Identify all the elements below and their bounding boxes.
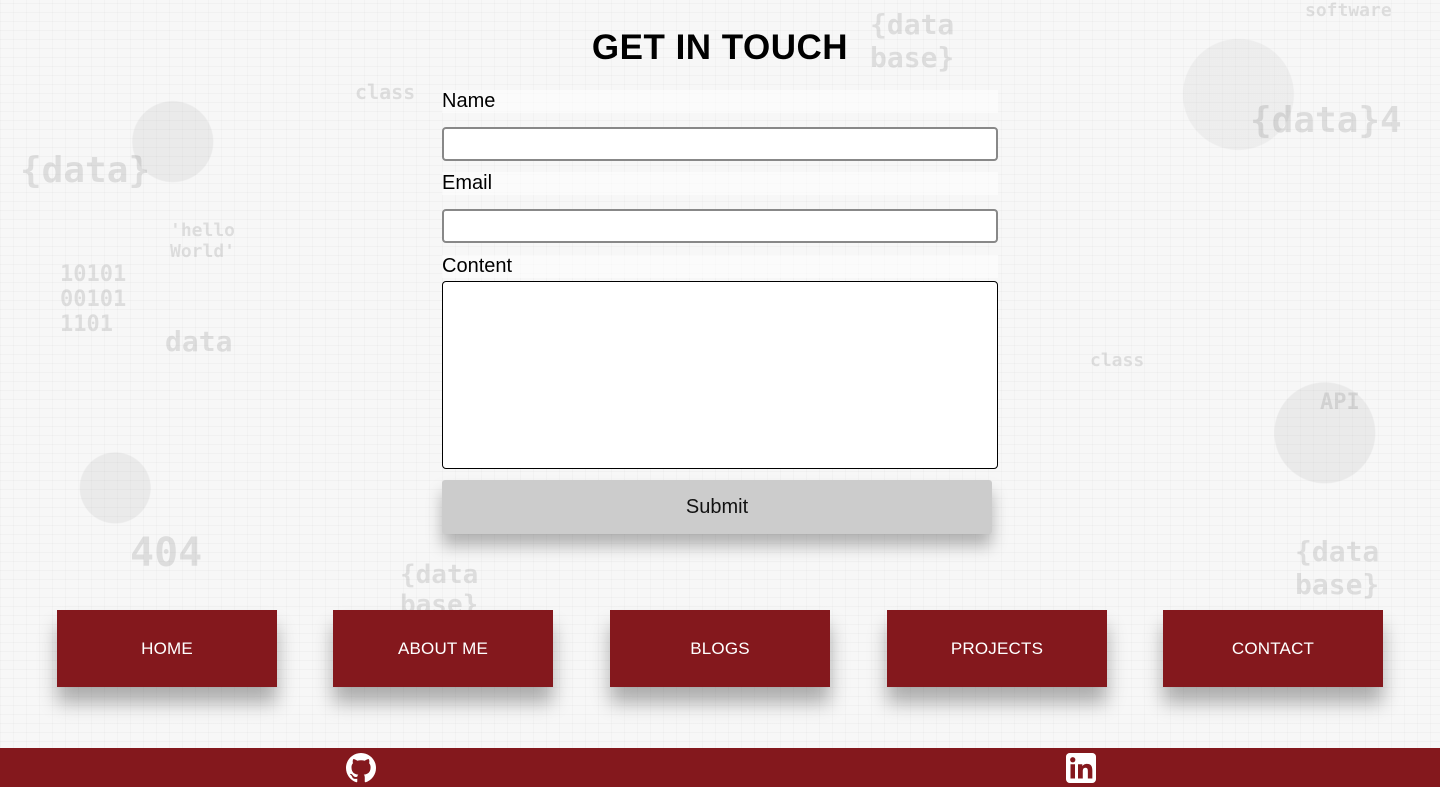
background-doodle: {data} — [20, 150, 151, 191]
nav-home-button[interactable]: HOME — [57, 610, 277, 687]
nav-about-me-button[interactable]: ABOUT ME — [333, 610, 553, 687]
background-doodle: class — [1090, 350, 1145, 371]
name-label: Name — [442, 90, 998, 113]
github-icon[interactable] — [346, 753, 376, 783]
footer — [0, 748, 1440, 787]
email-label: Email — [442, 172, 998, 195]
background-doodle: {data base} — [1295, 535, 1380, 601]
background-doodle: software — [1305, 0, 1392, 21]
page-title: GET IN TOUCH — [591, 28, 849, 67]
background-doodle: API — [1320, 390, 1360, 415]
linkedin-icon[interactable] — [1066, 753, 1096, 783]
background-doodle: 'hello World' — [170, 220, 236, 262]
nav-contact-button[interactable]: CONTACT — [1163, 610, 1383, 687]
nav-blogs-button[interactable]: BLOGS — [610, 610, 830, 687]
nav-projects-button[interactable]: PROJECTS — [887, 610, 1107, 687]
background-doodle: class — [355, 80, 416, 104]
email-input[interactable] — [442, 209, 998, 243]
background-doodle: data — [165, 325, 233, 358]
name-input[interactable] — [442, 127, 998, 161]
background-doodle: 10101 00101 1101 — [60, 262, 127, 337]
content-textarea[interactable] — [442, 281, 998, 469]
content-label: Content — [442, 255, 998, 278]
submit-button[interactable]: Submit — [442, 480, 992, 534]
background-doodle: 404 — [130, 530, 203, 576]
background-doodle: {data}4 — [1250, 100, 1402, 141]
